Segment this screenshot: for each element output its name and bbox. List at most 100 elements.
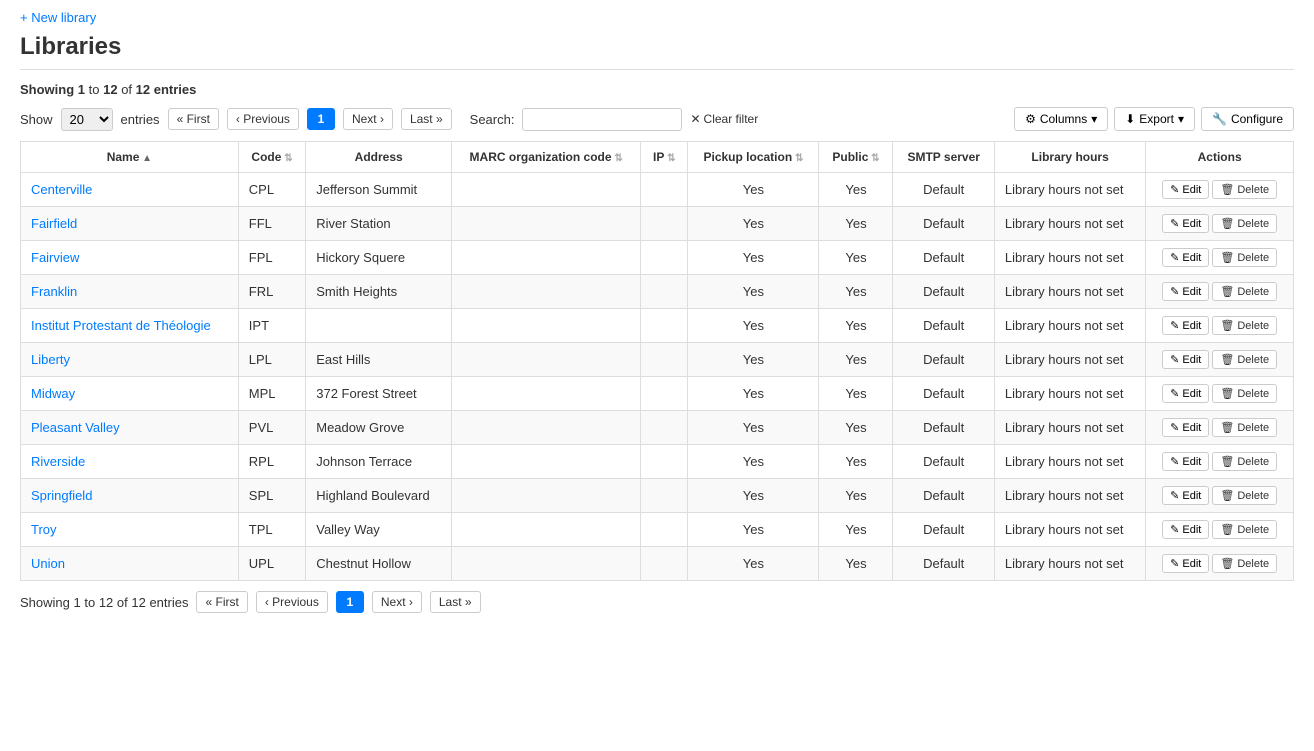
cell-name: Pleasant Valley <box>21 411 239 445</box>
table-header: Name Code Address MARC organization code… <box>21 142 1294 173</box>
edit-btn[interactable]: ✎ Edit <box>1162 554 1209 573</box>
delete-btn[interactable]: 🗑 Delete <box>1212 452 1277 471</box>
cell-public: Yes <box>819 411 893 445</box>
cell-public: Yes <box>819 445 893 479</box>
cell-smtp: Default <box>893 343 994 377</box>
library-name-link[interactable]: Liberty <box>31 352 70 367</box>
cell-smtp: Default <box>893 479 994 513</box>
dropdown-icon: ▾ <box>1091 112 1097 126</box>
edit-btn[interactable]: ✎ Edit <box>1162 452 1209 471</box>
cell-address: River Station <box>306 207 452 241</box>
delete-btn[interactable]: 🗑 Delete <box>1212 384 1277 403</box>
edit-btn[interactable]: ✎ Edit <box>1162 384 1209 403</box>
delete-btn[interactable]: 🗑 Delete <box>1212 316 1277 335</box>
libraries-table: Name Code Address MARC organization code… <box>20 141 1294 581</box>
configure-btn[interactable]: 🔧 Configure <box>1201 107 1294 131</box>
cell-hours: Library hours not set <box>994 445 1145 479</box>
delete-btn[interactable]: 🗑 Delete <box>1212 418 1277 437</box>
col-pickup[interactable]: Pickup location <box>688 142 819 173</box>
library-name-link[interactable]: Pleasant Valley <box>31 420 120 435</box>
delete-btn[interactable]: 🗑 Delete <box>1212 282 1277 301</box>
cell-pickup: Yes <box>688 241 819 275</box>
clear-filter-btn[interactable]: ✕ Clear filter <box>690 112 758 126</box>
cell-smtp: Default <box>893 207 994 241</box>
delete-btn[interactable]: 🗑 Delete <box>1212 554 1277 573</box>
cell-ip <box>641 513 688 547</box>
page-title: Libraries <box>20 33 1294 70</box>
previous-page-btn-top[interactable]: ‹ Previous <box>227 108 299 130</box>
edit-btn[interactable]: ✎ Edit <box>1162 214 1209 233</box>
cell-ip <box>641 207 688 241</box>
edit-btn[interactable]: ✎ Edit <box>1162 350 1209 369</box>
col-marc[interactable]: MARC organization code <box>452 142 641 173</box>
cell-pickup: Yes <box>688 309 819 343</box>
showing-bottom-text: Showing 1 to 12 of 12 entries <box>20 595 188 610</box>
cell-hours: Library hours not set <box>994 343 1145 377</box>
delete-btn[interactable]: 🗑 Delete <box>1212 214 1277 233</box>
show-entries-select[interactable]: 10 20 50 100 <box>61 108 113 131</box>
col-name[interactable]: Name <box>21 142 239 173</box>
table-row: Springfield SPL Highland Boulevard Yes Y… <box>21 479 1294 513</box>
cell-actions: ✎ Edit🗑 Delete <box>1146 377 1294 411</box>
library-name-link[interactable]: Franklin <box>31 284 77 299</box>
library-name-link[interactable]: Centerville <box>31 182 92 197</box>
next-page-btn-bottom[interactable]: Next › <box>372 591 422 613</box>
edit-btn[interactable]: ✎ Edit <box>1162 520 1209 539</box>
cell-marc <box>452 173 641 207</box>
delete-btn[interactable]: 🗑 Delete <box>1212 486 1277 505</box>
edit-btn[interactable]: ✎ Edit <box>1162 486 1209 505</box>
cell-public: Yes <box>819 309 893 343</box>
cell-hours: Library hours not set <box>994 547 1145 581</box>
edit-btn[interactable]: ✎ Edit <box>1162 282 1209 301</box>
delete-btn[interactable]: 🗑 Delete <box>1212 520 1277 539</box>
edit-btn[interactable]: ✎ Edit <box>1162 316 1209 335</box>
library-name-link[interactable]: Riverside <box>31 454 85 469</box>
download-icon: ⬇ <box>1125 112 1135 126</box>
cell-code: FRL <box>238 275 305 309</box>
current-page-btn-bottom[interactable]: 1 <box>336 591 364 613</box>
cell-smtp: Default <box>893 445 994 479</box>
cell-smtp: Default <box>893 275 994 309</box>
delete-btn[interactable]: 🗑 Delete <box>1212 180 1277 199</box>
edit-btn[interactable]: ✎ Edit <box>1162 180 1209 199</box>
library-name-link[interactable]: Troy <box>31 522 57 537</box>
cell-public: Yes <box>819 343 893 377</box>
first-page-btn-bottom[interactable]: « First <box>196 591 247 613</box>
library-name-link[interactable]: Midway <box>31 386 75 401</box>
cell-ip <box>641 411 688 445</box>
library-name-link[interactable]: Institut Protestant de Théologie <box>31 318 211 333</box>
previous-page-btn-bottom[interactable]: ‹ Previous <box>256 591 328 613</box>
cell-ip <box>641 173 688 207</box>
library-name-link[interactable]: Union <box>31 556 65 571</box>
columns-btn[interactable]: ⚙ Columns ▾ <box>1014 107 1108 131</box>
table-row: Centerville CPL Jefferson Summit Yes Yes… <box>21 173 1294 207</box>
cell-marc <box>452 445 641 479</box>
next-page-btn-top[interactable]: Next › <box>343 108 393 130</box>
cell-marc <box>452 343 641 377</box>
table-row: Franklin FRL Smith Heights Yes Yes Defau… <box>21 275 1294 309</box>
cell-pickup: Yes <box>688 547 819 581</box>
cell-hours: Library hours not set <box>994 411 1145 445</box>
delete-btn[interactable]: 🗑 Delete <box>1212 350 1277 369</box>
col-address: Address <box>306 142 452 173</box>
edit-btn[interactable]: ✎ Edit <box>1162 418 1209 437</box>
cell-pickup: Yes <box>688 207 819 241</box>
last-page-btn-top[interactable]: Last » <box>401 108 452 130</box>
library-name-link[interactable]: Fairview <box>31 250 79 265</box>
delete-btn[interactable]: 🗑 Delete <box>1212 248 1277 267</box>
export-btn[interactable]: ⬇ Export ▾ <box>1114 107 1195 131</box>
col-code[interactable]: Code <box>238 142 305 173</box>
current-page-btn-top[interactable]: 1 <box>307 108 335 130</box>
cell-address: Meadow Grove <box>306 411 452 445</box>
new-library-link[interactable]: + New library <box>20 10 96 25</box>
col-ip[interactable]: IP <box>641 142 688 173</box>
col-public[interactable]: Public <box>819 142 893 173</box>
first-page-btn-top[interactable]: « First <box>168 108 219 130</box>
search-input[interactable] <box>522 108 682 131</box>
last-page-btn-bottom[interactable]: Last » <box>430 591 481 613</box>
library-name-link[interactable]: Springfield <box>31 488 92 503</box>
library-name-link[interactable]: Fairfield <box>31 216 77 231</box>
cell-public: Yes <box>819 207 893 241</box>
cell-ip <box>641 479 688 513</box>
edit-btn[interactable]: ✎ Edit <box>1162 248 1209 267</box>
